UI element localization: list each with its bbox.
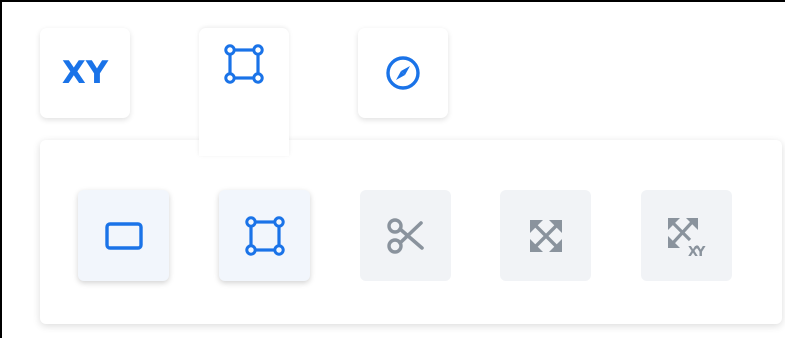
vertex-edit-tool[interactable]	[219, 190, 310, 281]
polygon-vertex-icon	[244, 215, 285, 256]
toolbar-frame: XY X Y	[0, 0, 785, 338]
polygon-vertex-icon	[224, 44, 264, 84]
expand-arrows-icon	[526, 216, 566, 256]
xy-tab-label: XY	[61, 55, 109, 91]
compass-tab[interactable]	[358, 28, 448, 118]
rectangle-icon	[104, 219, 144, 253]
expand-tool[interactable]	[500, 190, 591, 281]
expand-xy-tool[interactable]: X Y	[641, 190, 732, 281]
scissors-icon	[385, 215, 427, 257]
cut-tool[interactable]	[360, 190, 451, 281]
compass-icon	[384, 54, 422, 92]
xy-tab[interactable]: XY	[40, 28, 130, 118]
rectangle-tool[interactable]	[78, 190, 169, 281]
edit-shape-tab[interactable]	[199, 28, 289, 156]
expand-arrows-xy-icon: X Y	[664, 214, 710, 258]
tools-panel: X Y	[40, 140, 782, 324]
